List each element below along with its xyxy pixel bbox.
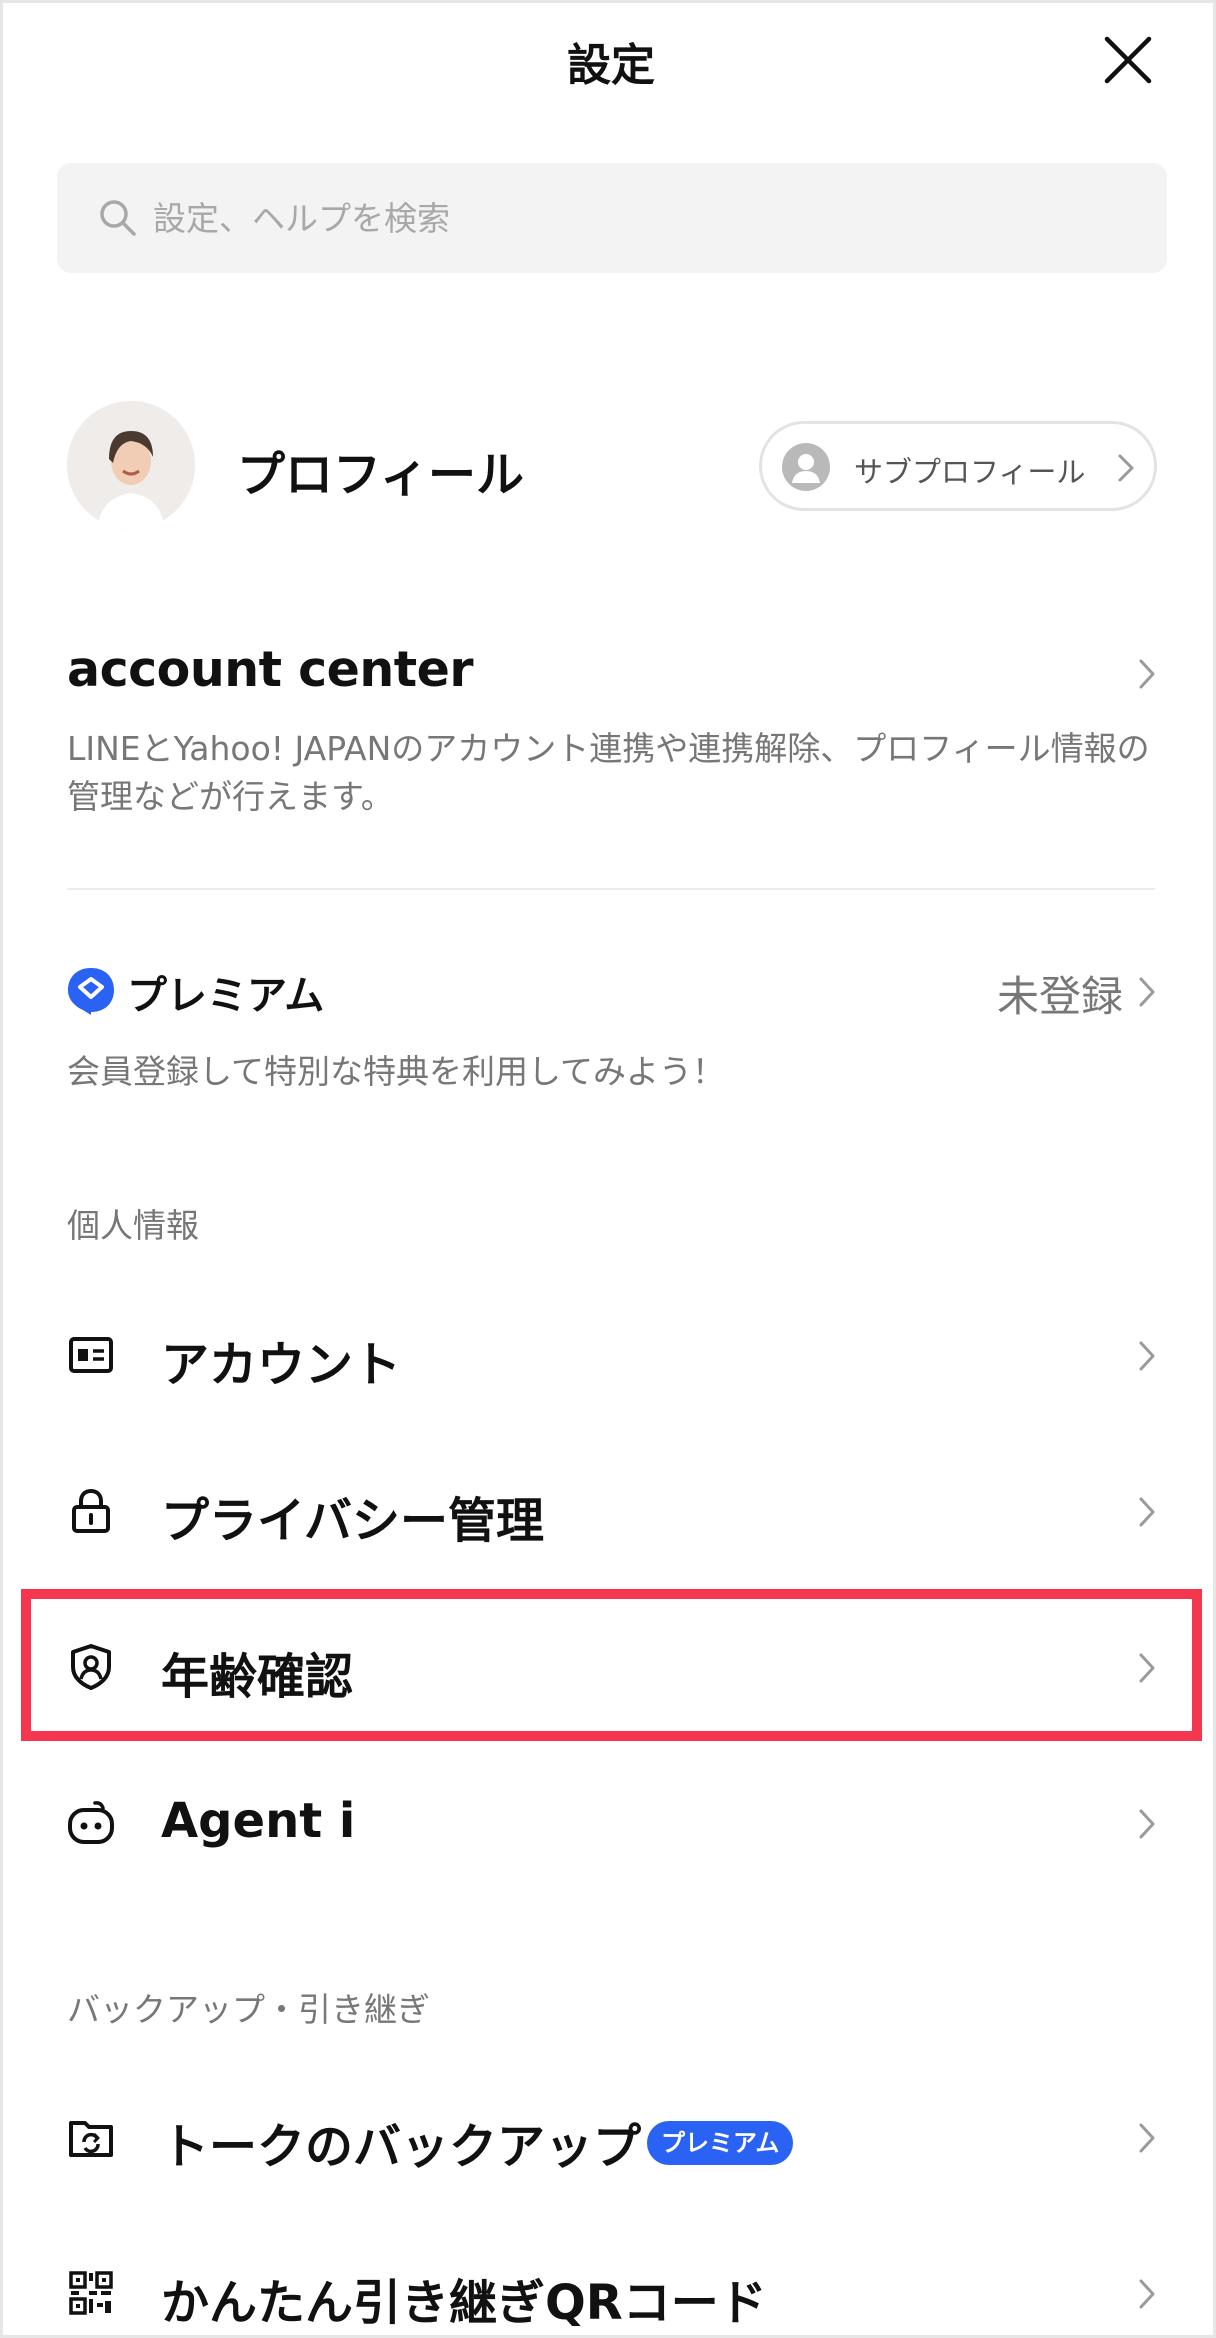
account-center-title: account center (67, 641, 474, 698)
chevron-right-icon (1139, 1497, 1155, 1527)
avatar[interactable] (67, 401, 195, 529)
premium-description: 会員登録して特別な特典を利用してみよう！ (67, 1052, 726, 1091)
menu-item-qr-transfer[interactable]: かんたん引き継ぎQRコード (3, 2215, 1216, 2338)
menu-item-privacy[interactable]: プライバシー管理 (3, 1433, 1216, 1589)
section-header-personal: 個人情報 (67, 1206, 199, 1245)
menu-item-label: アカウント (161, 1337, 402, 1393)
backup-icon (69, 2121, 113, 2157)
subprofile-label: サブプロフィール (854, 455, 1086, 489)
search-icon (100, 200, 136, 236)
search-input[interactable] (153, 163, 1133, 273)
chevron-right-icon (1139, 977, 1155, 1007)
profile-name: プロフィール (237, 447, 525, 503)
premium-badge: プレミアム (647, 2121, 794, 2165)
menu-item-label: トークのバックアップ (161, 2119, 642, 2175)
highlight-box (21, 1589, 1202, 1741)
section-header-backup: バックアップ・引き継ぎ (67, 1990, 430, 2029)
close-icon[interactable] (1099, 31, 1157, 89)
chevron-right-icon (1139, 2279, 1155, 2309)
menu-item-agent-i[interactable]: Agent i (3, 1745, 1216, 1901)
menu-item-account[interactable]: アカウント (3, 1277, 1216, 1433)
account-center-description: LINEとYahoo! JAPANのアカウント連携や連携解除、プロフィール情報の… (67, 729, 1150, 816)
divider (67, 888, 1155, 890)
chevron-right-icon (1139, 1341, 1155, 1371)
search-bar (57, 163, 1167, 273)
premium-row[interactable]: プレミアム 未登録 会員登録して特別な特典を利用してみよう！ (3, 953, 1216, 1103)
menu-item-label: プライバシー管理 (161, 1493, 545, 1549)
menu-item-label: かんたん引き継ぎQRコード (161, 2275, 767, 2331)
chevron-right-icon (1139, 659, 1155, 689)
chevron-right-icon (1139, 1809, 1155, 1839)
qr-code-icon (69, 2271, 113, 2315)
menu-item-label: Agent i (161, 1793, 356, 1849)
header: 設定 (3, 3, 1216, 115)
page-title: 設定 (567, 40, 655, 91)
robot-icon (68, 1801, 114, 1844)
premium-status: 未登録 (996, 972, 1123, 1021)
chevron-right-icon (1139, 2123, 1155, 2153)
account-center-row[interactable]: account center LINEとYahoo! JAPANのアカウント連携… (3, 613, 1216, 843)
default-avatar-icon (782, 443, 830, 491)
avatar-photo-icon (67, 401, 195, 529)
premium-logo-text: プレミアム (127, 973, 325, 1019)
subprofile-button[interactable]: サブプロフィール (759, 421, 1157, 511)
chevron-right-icon (1118, 454, 1134, 482)
profile-row[interactable]: プロフィール サブプロフィール (3, 395, 1216, 535)
id-card-icon (69, 1337, 113, 1373)
premium-logo-icon (68, 968, 114, 1015)
settings-screen: 設定 プロフィール (0, 0, 1216, 2338)
menu-item-talk-backup[interactable]: トークのバックアップ プレミアム (3, 2059, 1216, 2215)
lock-icon (72, 1488, 110, 1533)
